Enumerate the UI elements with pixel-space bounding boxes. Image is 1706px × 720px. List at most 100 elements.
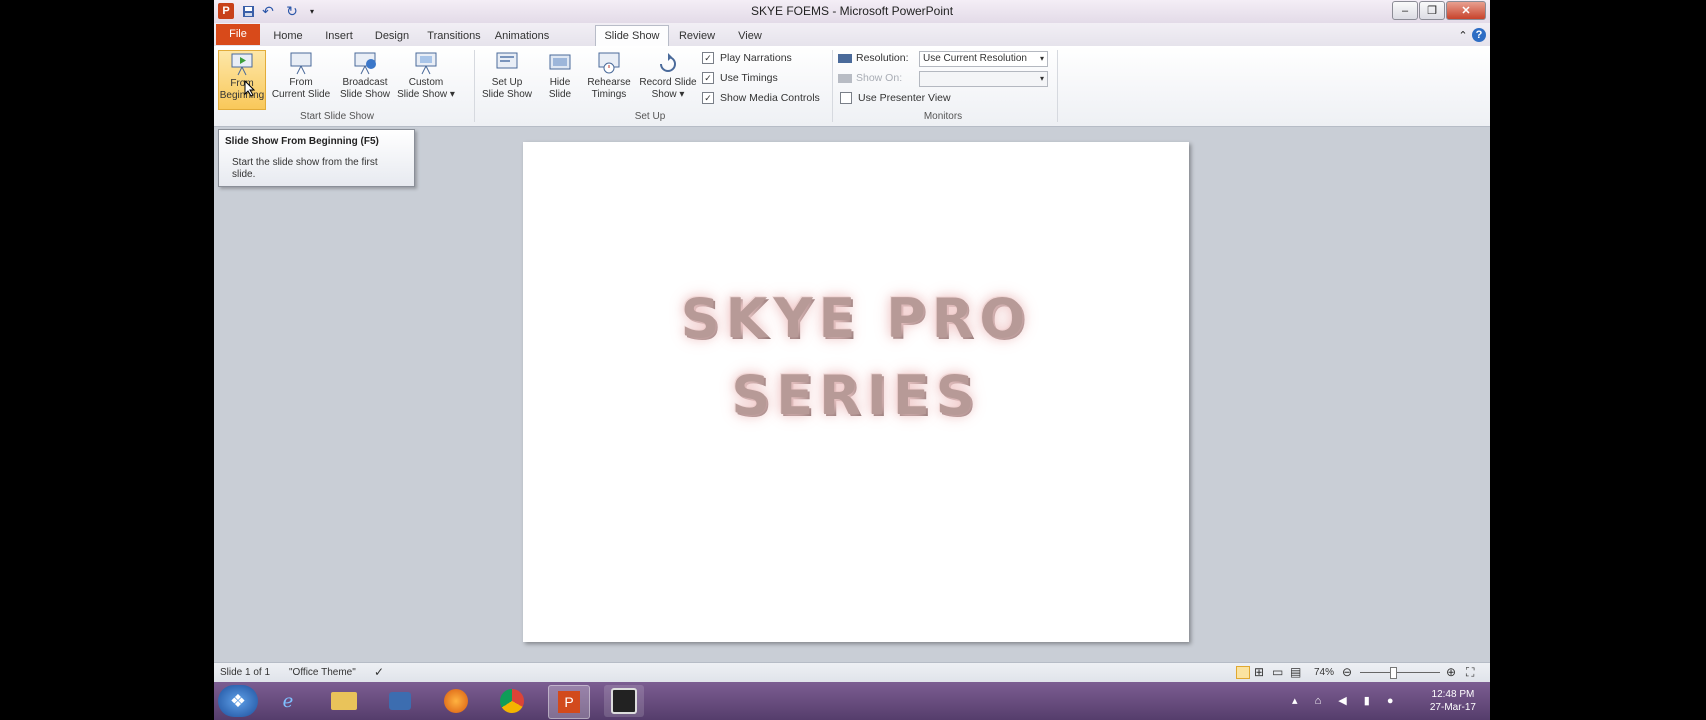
status-bar: Slide 1 of 1 "Office Theme" ✓ ⊞ ▭ ▤ 74% … [214, 662, 1490, 683]
mouse-cursor-icon [244, 80, 256, 97]
group-label-set-up: Set Up [634, 111, 666, 122]
theme-name[interactable]: "Office Theme" [289, 667, 356, 678]
use-presenter-view-checkbox[interactable]: Use Presenter View [840, 91, 951, 106]
tab-design[interactable]: Design [364, 26, 420, 46]
ribbon-slide-show: From Beginning From Current Slide Broadc… [214, 46, 1490, 127]
reading-view-icon[interactable]: ▭ [1272, 665, 1283, 679]
firefox-icon[interactable] [436, 685, 476, 717]
record-icon [660, 53, 676, 72]
internet-explorer-icon[interactable]: ℯ [268, 685, 308, 717]
slide-sorter-icon[interactable]: ⊞ [1254, 665, 1264, 679]
normal-view-icon[interactable] [1236, 666, 1250, 679]
tab-review[interactable]: Review [672, 26, 722, 46]
tab-animations[interactable]: Animations [488, 26, 556, 46]
zoom-slider-thumb[interactable] [1390, 667, 1397, 679]
group-divider [1057, 50, 1058, 122]
setup-icon [496, 52, 518, 69]
powerpoint-taskbar-icon[interactable]: P [548, 685, 590, 719]
restore-icon[interactable]: ❐ [1419, 1, 1445, 20]
checkbox-label: Show Media Controls [720, 92, 820, 104]
file-tab[interactable]: File [216, 24, 260, 45]
minimize-ribbon-icon[interactable]: ⌃ [1456, 28, 1470, 42]
show-on-dropdown[interactable]: ▾ [919, 71, 1048, 87]
button-label: Record Slide [639, 77, 697, 88]
check-icon: ✓ [702, 92, 714, 105]
button-label: Current Slide [271, 89, 331, 100]
tab-slide-show[interactable]: Slide Show [595, 25, 669, 47]
show-media-controls-checkbox[interactable]: ✓ Show Media Controls [702, 91, 820, 106]
system-tray-icons[interactable]: ▴ ⌂ ◀ ▮ ● [1292, 694, 1401, 707]
group-divider [474, 50, 475, 122]
tab-home[interactable]: Home [262, 26, 314, 46]
button-label: Show ▾ [651, 89, 685, 100]
zoom-level[interactable]: 74% [1314, 667, 1334, 678]
button-label: Slide Show [339, 89, 391, 100]
monitor-icon [838, 53, 852, 63]
wordart-line-1[interactable]: SKYE PRO [523, 287, 1189, 350]
checkbox-label: Use Presenter View [858, 92, 951, 104]
powerpoint-window: P ↶ ↻ ▾ SKYE FOEMS - Microsoft PowerPoin… [214, 0, 1490, 720]
monitor-icon [838, 73, 852, 83]
tooltip-body: Start the slide show from the first slid… [232, 157, 378, 180]
checkbox-label: Play Narrations [720, 52, 792, 64]
window-title: SKYE FOEMS - Microsoft PowerPoint [750, 4, 954, 18]
custom-show-icon [415, 52, 437, 75]
slide-counter: Slide 1 of 1 [220, 667, 271, 678]
tab-transitions[interactable]: Transitions [420, 26, 488, 46]
minimize-icon[interactable]: – [1392, 1, 1418, 20]
from-current-slide-button[interactable]: From Current Slide [269, 50, 333, 108]
check-icon: ✓ [702, 52, 714, 65]
file-explorer-icon[interactable] [324, 685, 364, 717]
button-label: Slide [548, 89, 572, 100]
wordart-line-2[interactable]: SERIES [523, 364, 1189, 427]
clock-time: 12:48 PM [1431, 689, 1475, 700]
slide-show-view-icon[interactable]: ▤ [1290, 665, 1301, 679]
tooltip: Slide Show From Beginning (F5) Start the… [218, 129, 415, 187]
clock-date: 27-Mar-17 [1429, 702, 1476, 713]
button-label: Broadcast [342, 77, 388, 88]
screen-recorder-icon[interactable] [604, 685, 644, 717]
tooltip-title: Slide Show From Beginning (F5) [225, 136, 379, 147]
clock[interactable]: 12:48 PM 27-Mar-17 [1430, 688, 1476, 714]
chrome-icon[interactable] [492, 685, 532, 717]
start-button-icon[interactable]: ❖ [218, 685, 258, 717]
button-label: Custom [408, 77, 444, 88]
projector-screen-icon [231, 53, 253, 76]
broadcast-icon [354, 52, 376, 75]
tab-insert[interactable]: Insert [314, 26, 364, 46]
fit-to-window-icon[interactable]: ⛶ [1466, 665, 1474, 680]
button-label: Hide [549, 77, 571, 88]
zoom-in-icon[interactable]: ⊕ [1446, 665, 1456, 679]
button-label: Timings [591, 89, 627, 100]
resolution-dropdown[interactable]: Use Current Resolution ▾ [919, 51, 1048, 67]
from-beginning-button[interactable]: From Beginning [218, 50, 266, 110]
help-icon[interactable]: ? [1472, 28, 1486, 42]
use-timings-checkbox[interactable]: ✓ Use Timings [702, 71, 778, 86]
play-narrations-checkbox[interactable]: ✓ Play Narrations [702, 51, 792, 66]
title-bar: P ↶ ↻ ▾ SKYE FOEMS - Microsoft PowerPoin… [214, 0, 1490, 23]
button-label: Beginning [219, 90, 265, 101]
group-divider [832, 50, 833, 122]
record-slide-show-button[interactable]: Record Slide Show ▾ [636, 50, 700, 108]
ribbon-tabs: File Home Insert Design Transitions Anim… [214, 23, 1490, 47]
rehearse-timings-button[interactable]: Rehearse Timings [584, 50, 634, 108]
chevron-down-icon: ▾ [1039, 74, 1044, 83]
custom-slide-show-button[interactable]: Custom Slide Show ▾ [396, 50, 456, 108]
windows-taskbar: ❖ ℯ P ▴ ⌂ ◀ ▮ ● 12:48 PM 27-Mar-17 [214, 682, 1490, 720]
resolution-label: Resolution: [838, 51, 909, 66]
zoom-out-icon[interactable]: ⊖ [1342, 665, 1352, 679]
hide-slide-button[interactable]: Hide Slide [540, 50, 580, 108]
button-label: From [289, 77, 313, 88]
zoom-slider[interactable] [1360, 672, 1440, 673]
button-label: Set Up [491, 77, 523, 88]
checkbox-label: Use Timings [720, 72, 778, 84]
set-up-slide-show-button[interactable]: Set Up Slide Show [478, 50, 536, 108]
broadcast-slide-show-button[interactable]: Broadcast Slide Show [336, 50, 394, 108]
spell-check-icon[interactable]: ✓ [374, 665, 384, 679]
close-icon[interactable]: ✕ [1446, 1, 1486, 20]
slide-canvas[interactable]: SKYE PRO SERIES [523, 142, 1189, 642]
tab-view[interactable]: View [726, 26, 774, 46]
media-player-icon[interactable] [380, 685, 420, 717]
chevron-down-icon: ▾ [1039, 54, 1044, 63]
rehearse-timings-icon [598, 52, 620, 74]
